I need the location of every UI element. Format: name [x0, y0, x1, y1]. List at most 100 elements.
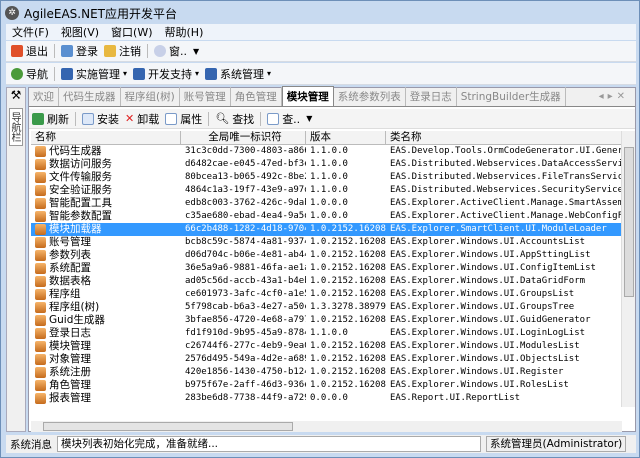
table-row[interactable]: 程序组(树) 5f798cab-b6a3-4e27-a50c-2d38e69bf9…	[31, 301, 622, 314]
module-icon	[35, 380, 46, 391]
exit-button[interactable]: 退出	[11, 43, 48, 59]
cell-name: 程序组(树)	[31, 301, 181, 314]
cell-text: EAS.Explorer.Windows.UI.GuidGenerator	[390, 315, 591, 325]
tab-modules[interactable]: 模块管理	[281, 86, 334, 106]
tab-login-log[interactable]: 登录日志	[406, 87, 457, 106]
table-row[interactable]: 报表管理 283be6d8-7738-44f9-a729-b5ed2eecc2de…	[31, 392, 622, 405]
cell-name: 智能参数配置	[31, 210, 181, 223]
cell-text: EAS.Explorer.Windows.UI.AppSttingList	[390, 250, 591, 260]
cell-name: 模块加载器	[31, 223, 181, 236]
nav-button[interactable]: 导航	[11, 66, 48, 82]
cell-class: EAS.Explorer.Windows.UI.GroupsList	[386, 288, 622, 301]
module-icon	[35, 185, 46, 196]
table-row[interactable]: 账号管理 bcb8c59c-5874-4a81-9374-0c5456d5e7a5…	[31, 236, 622, 249]
cell-version: 1.0.2152.16208	[306, 314, 386, 327]
dev-menu-button[interactable]: 开发支持 ▾	[133, 66, 199, 82]
query-button[interactable]: 查..	[267, 111, 300, 127]
install-button[interactable]: 安装	[82, 111, 119, 127]
scroll-thumb[interactable]	[43, 422, 293, 431]
cell-guid: 36e5a9a6-9881-46fa-ae1a-eb6d3ff18f70	[181, 262, 306, 275]
cell-text: 1.0.2152.16208	[310, 354, 386, 364]
table-row[interactable]: 程序组 ce601973-3afc-4cf0-a1e5-6c22f010c1f6 1…	[31, 288, 622, 301]
tab-scroll-close-icons[interactable]: ◂▸✕	[599, 91, 629, 102]
menu-view[interactable]: 视图(V)	[61, 24, 99, 40]
power-icon	[11, 45, 23, 57]
table-row[interactable]: 对象管理 2576d495-549a-4d2e-a689-6fe54d1cb1c8…	[31, 353, 622, 366]
cell-class: EAS.Distributed.Webservices.SecurityServ…	[386, 184, 622, 197]
impl-menu-button[interactable]: 实施管理 ▾	[61, 66, 127, 82]
sys-label: 系统管理	[220, 67, 265, 81]
overflow-chevron-icon[interactable]: ▼	[306, 114, 312, 123]
col-guid[interactable]: 全局唯一标识符	[181, 131, 306, 144]
col-class[interactable]: 类名称	[386, 131, 622, 144]
properties-button[interactable]: 属性	[165, 111, 202, 127]
tab-program-group-tree[interactable]: 程序组(树)	[121, 87, 180, 106]
window-title: AgileEAS.NET应用开发平台	[24, 6, 177, 21]
table-row[interactable]: 系统配置 36e5a9a6-9881-46fa-ae1a-eb6d3ff18f70…	[31, 262, 622, 275]
module-icon	[133, 67, 146, 80]
tab-accounts[interactable]: 账号管理	[180, 87, 231, 106]
sys-menu-button[interactable]: 系统管理 ▾	[205, 66, 271, 82]
table-row[interactable]: 智能参数配置 c35ae680-ebad-4ea4-9a5d-b9cc3294dd…	[31, 210, 622, 223]
uninstall-button[interactable]: ✕ 卸载	[125, 111, 159, 127]
cell-text: 角色管理	[49, 379, 91, 391]
table-row[interactable]: Guid生成器 3bfae856-4720-4e68-a797-3655659ae…	[31, 314, 622, 327]
table-row[interactable]: 安全验证服务 4864c1a3-19f7-43e9-a97d-2573d3d3b7…	[31, 184, 622, 197]
app-logo-icon: ✲	[5, 6, 19, 20]
module-icon	[35, 393, 46, 404]
scroll-thumb[interactable]	[624, 147, 634, 297]
table-row[interactable]: 数据表格 ad05c56d-accb-43a1-b4eb-b5a676cb4c9c…	[31, 275, 622, 288]
find-button[interactable]: 🔍︎ 查找	[215, 111, 254, 127]
table-row[interactable]: 模块管理 c26744f6-277c-4eb9-9ea0-0794eb5e8833…	[31, 340, 622, 353]
table-row[interactable]: 代码生成器 31c3c0dd-7300-4803-a866-4b9109a1342…	[31, 145, 622, 158]
col-name[interactable]: 名称	[31, 131, 181, 144]
tab-system-params[interactable]: 系统参数列表	[334, 87, 406, 106]
tab-code-generator[interactable]: 代码生成器	[59, 87, 121, 106]
table-row[interactable]: 系统注册 420e1856-1430-4750-b124-706c4b2c10ae…	[31, 366, 622, 379]
cell-text: 1.0.2152.16208	[310, 237, 386, 247]
table-row[interactable]: 模块加载器 66c2b488-1282-4d18-9704-b93db249ecf…	[31, 223, 622, 236]
cell-version: 1.1.0.0	[306, 145, 386, 158]
logout-button[interactable]: 注销	[104, 43, 141, 59]
vertical-scrollbar[interactable]	[621, 131, 635, 407]
cell-class: EAS.Explorer.Windows.UI.LoginLogList	[386, 327, 622, 340]
cell-text: 1.0.0.0	[310, 211, 348, 221]
table-row[interactable]: 参数列表 d06d704c-b06e-4e81-ab44-a5efb88b310c…	[31, 249, 622, 262]
tab-stringbuilder[interactable]: StringBuilder生成器	[457, 87, 566, 106]
tab-roles[interactable]: 角色管理	[231, 87, 282, 106]
cell-class: EAS.Explorer.Windows.UI.ModulesList	[386, 340, 622, 353]
sidebar-tab-nav[interactable]: 导航栏	[9, 108, 23, 146]
menu-file[interactable]: 文件(F)	[12, 24, 49, 40]
cell-guid: fd1f910d-9b95-45a9-8784-1c0ccacedefb	[181, 327, 306, 340]
cell-guid: 4864c1a3-19f7-43e9-a97d-2573d3d3b7ac	[181, 184, 306, 197]
window-button[interactable]: 窗..	[154, 43, 187, 59]
menu-help[interactable]: 帮助(H)	[165, 24, 204, 40]
table-row[interactable]: 登录日志 fd1f910d-9b95-45a9-8784-1c0ccacedefb…	[31, 327, 622, 340]
table-row[interactable]: 智能配置工具 edb8c003-3762-426c-9dab-3d11d55165…	[31, 197, 622, 210]
tab-welcome[interactable]: 欢迎	[29, 87, 59, 106]
tools-icon[interactable]: ⚒	[7, 88, 25, 102]
cell-version: 1.1.0.0	[306, 171, 386, 184]
overflow-chevron-icon[interactable]: ▼	[193, 47, 199, 56]
globe-icon	[11, 67, 23, 80]
col-version[interactable]: 版本	[306, 131, 386, 144]
cell-class: EAS.Explorer.Windows.UI.Register	[386, 366, 622, 379]
refresh-icon	[32, 112, 44, 125]
table-row[interactable]: 文件传输服务 80bcea13-b065-492c-8be2-5cf54b8292…	[31, 171, 622, 184]
refresh-button[interactable]: 刷新	[32, 111, 69, 127]
cell-class: EAS.Explorer.ActiveClient.Manage.SmartAs…	[386, 197, 622, 210]
cell-text: EAS.Explorer.SmartClient.UI.ModuleLoader	[390, 224, 607, 234]
table-row[interactable]: 角色管理 b975f67e-2aff-46d3-936e-4b5b7b78fa49…	[31, 379, 622, 392]
menu-window[interactable]: 窗口(W)	[111, 24, 152, 40]
nav-sidebar: ⚒ 导航栏	[6, 87, 26, 432]
cell-text: EAS.Explorer.Windows.UI.ConfigItemList	[390, 263, 596, 273]
cell-version: 1.1.0.0	[306, 158, 386, 171]
cell-text: 模块管理	[49, 340, 91, 352]
cell-name: Guid生成器	[31, 314, 181, 327]
nav-toolbar: 导航 实施管理 ▾ 开发支持 ▾ 系统管理 ▾	[6, 63, 636, 85]
horizontal-scrollbar[interactable]	[31, 421, 622, 432]
cell-class: EAS.Explorer.Windows.UI.ConfigItemList	[386, 262, 622, 275]
table-row[interactable]: 数据访问服务 d6482cae-e045-47ed-bf3e-6085a67fa1…	[31, 158, 622, 171]
login-button[interactable]: 登录	[61, 43, 98, 59]
cell-text: 1.0.2152.16208	[310, 341, 386, 351]
